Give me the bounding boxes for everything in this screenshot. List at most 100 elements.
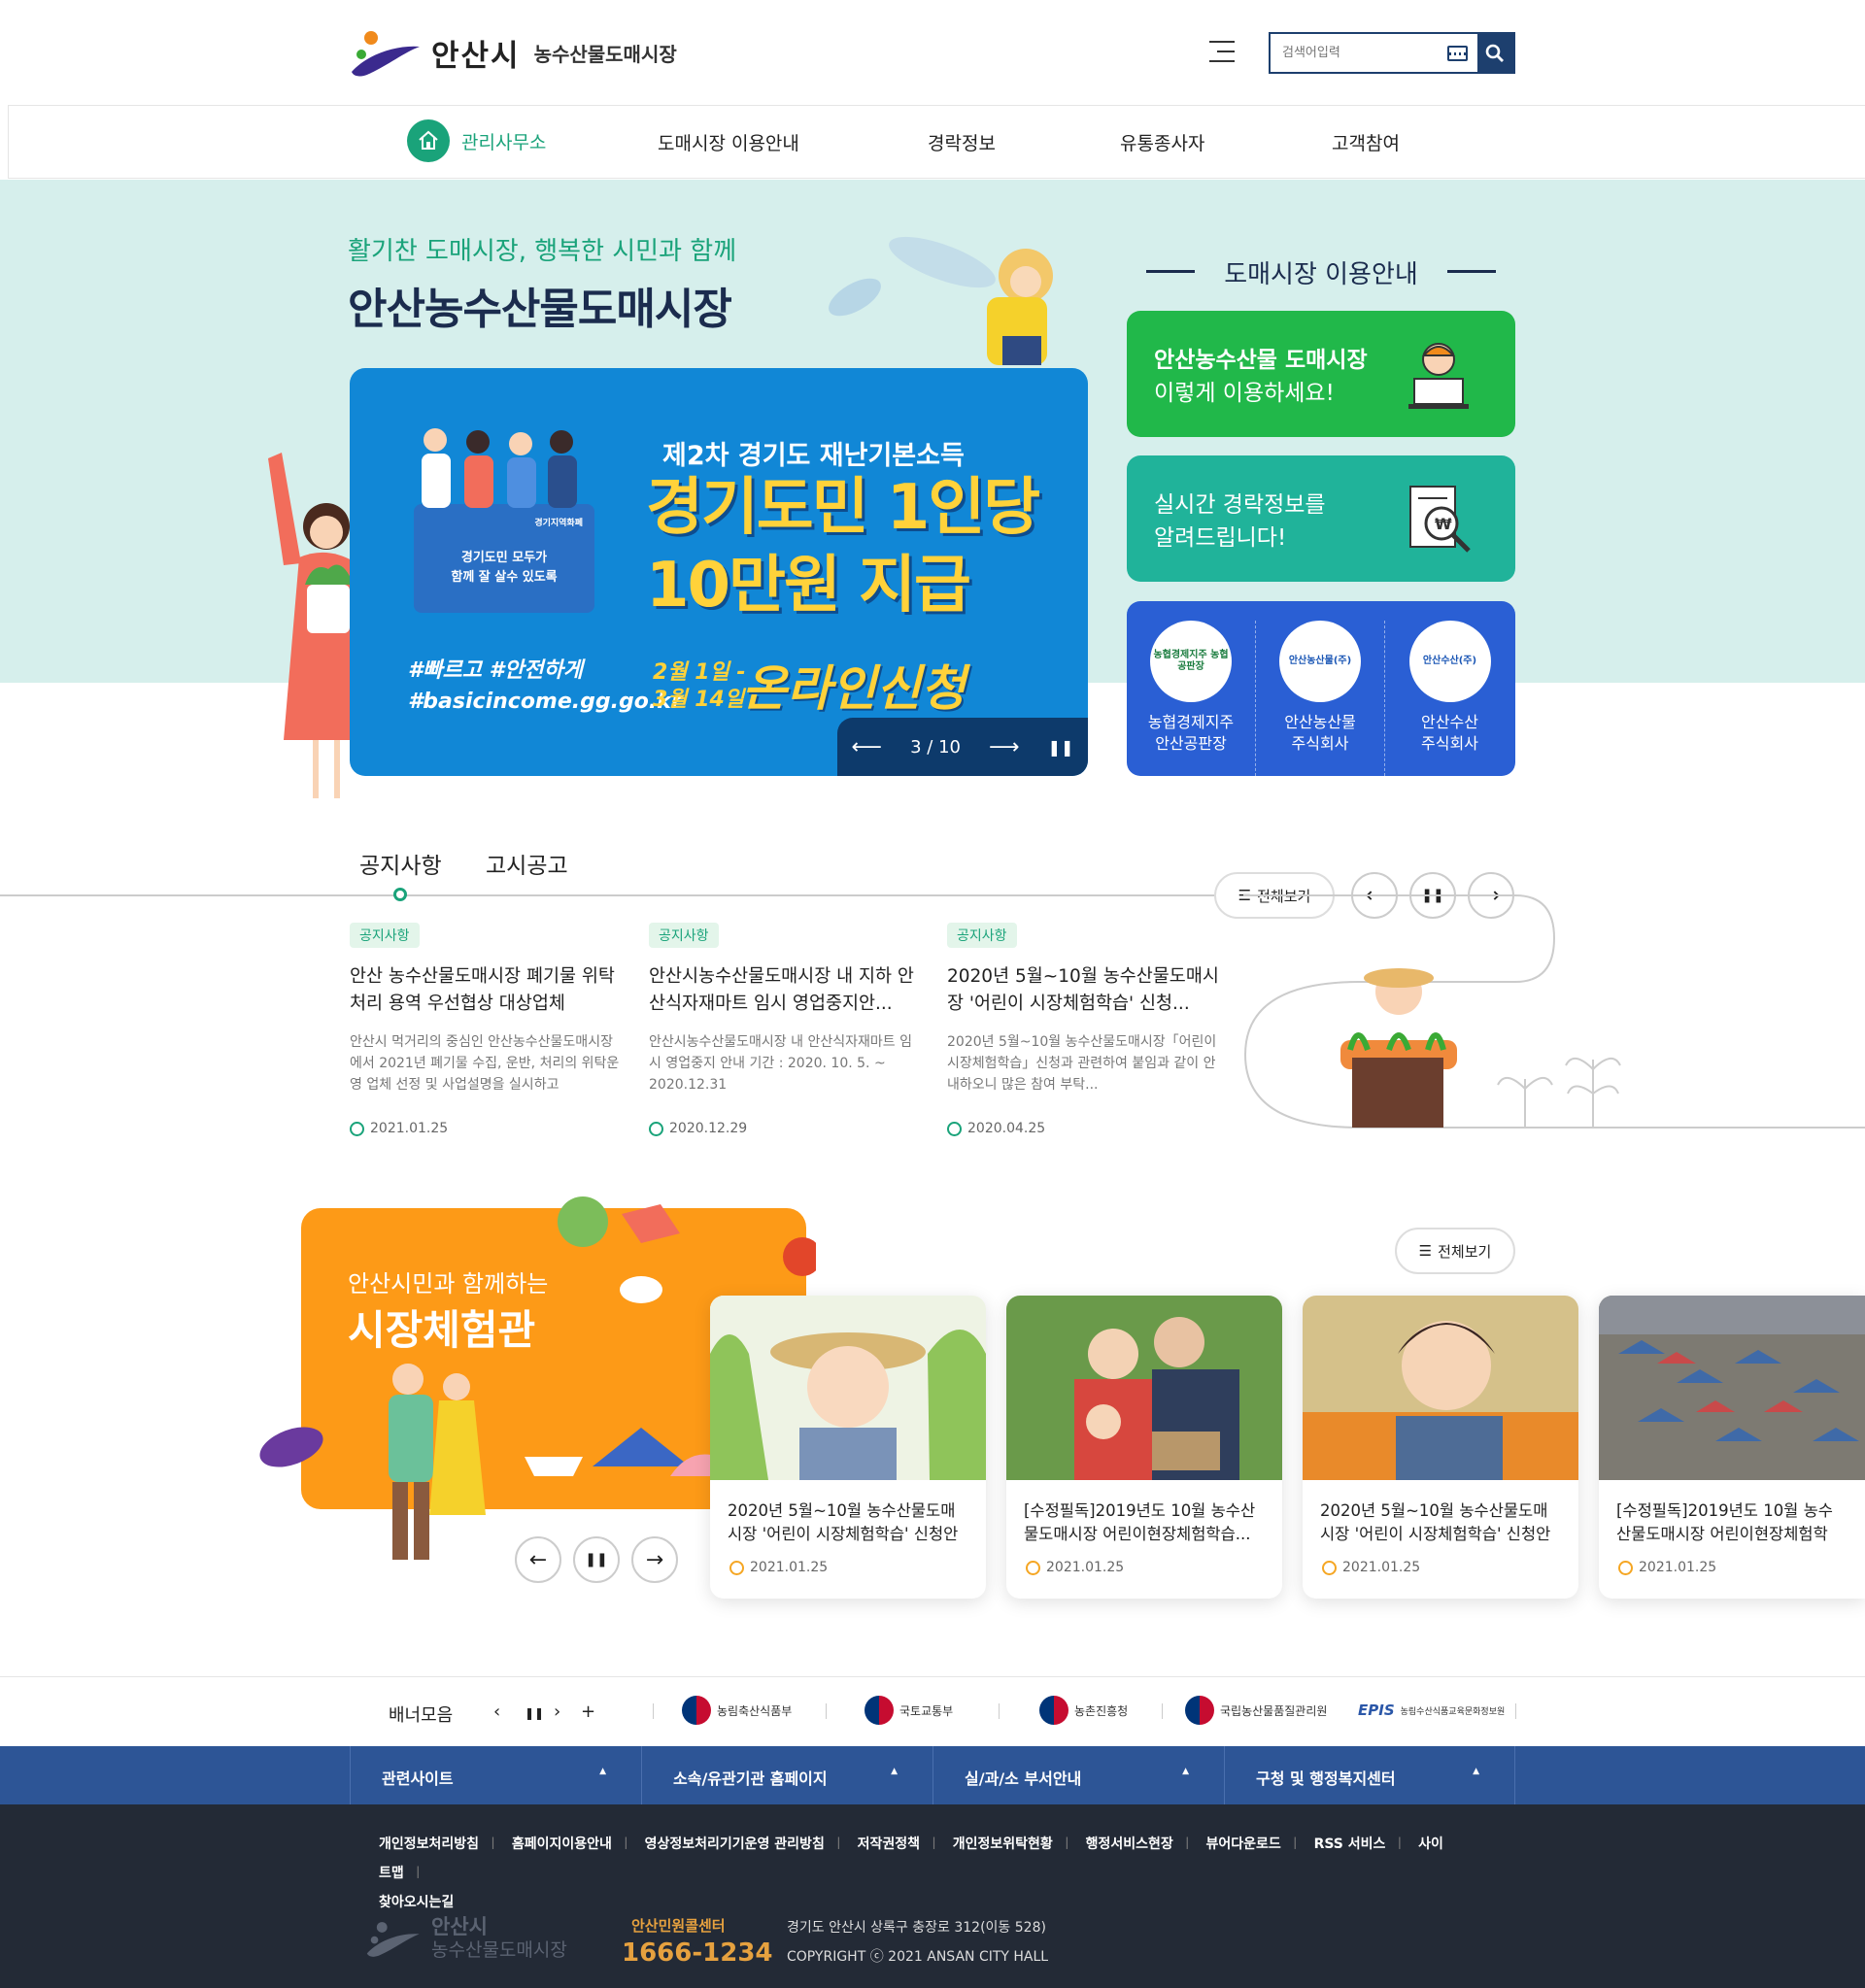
tab-notice[interactable]: 공지사항 xyxy=(359,847,442,880)
banner-prev-icon[interactable]: ‹ xyxy=(493,1702,500,1722)
banner-add-icon[interactable]: + xyxy=(581,1702,595,1722)
experience-prev-button[interactable]: ← xyxy=(515,1536,561,1583)
people-illustration xyxy=(422,428,577,508)
company-links: 농협경제지주 농협 공판장 농협경제지주 안산공판장 안산농산물(주) 안산농산… xyxy=(1127,601,1515,776)
call-center-number: 1666-1234 xyxy=(622,1938,773,1968)
notice-title: 안산시농수산물도매시장 내 지하 안산식자재마트 임시 영업중지안... xyxy=(649,966,914,1014)
notice-card[interactable]: 공지사항 안산 농수산물도매시장 폐기물 위탁처리 용역 우선협상 대상업체 안… xyxy=(350,923,622,1136)
notice-title: 안산 농수산물도매시장 폐기물 위탁처리 용역 우선협상 대상업체 xyxy=(350,966,615,1014)
guide-card-usage[interactable]: 안산농수산물 도매시장 이렇게 이용하세요! xyxy=(1127,311,1515,437)
guide-title: 도매시장 이용안내 xyxy=(1146,254,1496,290)
experience-card[interactable]: 2020년 5월~10월 농수산물도매시장 '어린이 시장체험학습' 신청안내 … xyxy=(710,1296,986,1599)
footer-copyright: COPYRIGHT ⓒ 2021 ANSAN CITY HALL xyxy=(787,1949,1049,1965)
footer-link-directions[interactable]: 찾아오시는길 xyxy=(379,1895,454,1910)
banner-molit[interactable]: 국토교통부 xyxy=(865,1696,953,1725)
hero-title: 안산농수산물도매시장 xyxy=(348,285,732,334)
clock-icon xyxy=(729,1560,744,1575)
experience-card-title: [수정필독]2019년도 10월 농수산물도매시장 어린이현장체험학습... xyxy=(1616,1501,1833,1543)
footer-link-cctv[interactable]: 영상정보처리기기운영 관리방침 xyxy=(645,1836,825,1852)
footer-link-privacy[interactable]: 개인정보처리방침 xyxy=(379,1836,479,1852)
banner-mafra[interactable]: 농림축산식품부 xyxy=(682,1696,792,1725)
footer-address-block: 경기도 안산시 상록구 충장로 312(이동 528) COPYRIGHT ⓒ … xyxy=(787,1913,1048,1971)
notice-card[interactable]: 공지사항 안산시농수산물도매시장 내 지하 안산식자재마트 임시 영업중지안..… xyxy=(649,923,921,1136)
search-button[interactable] xyxy=(1476,34,1513,72)
slide-prev-icon[interactable]: ⟵ xyxy=(852,735,883,759)
pause-icon: ❚❚ xyxy=(585,1552,608,1567)
card-text2: 함께 잘 살수 있도록 xyxy=(451,570,558,585)
company-ansan-fish[interactable]: 안산수산(주) 안산수산 주식회사 xyxy=(1385,621,1514,776)
experience-view-all-button[interactable]: ☰ 전체보기 xyxy=(1395,1228,1515,1274)
notice-card[interactable]: 공지사항 2020년 5월~10월 농수산물도매시장 '어린이 시장체험학습' … xyxy=(947,923,1219,1136)
company-ansan-agri[interactable]: 안산농산물(주) 안산농산물 주식회사 xyxy=(1256,621,1385,776)
nav-item-guide[interactable]: 도매시장 이용안내 xyxy=(658,129,799,155)
experience-date-row: 2021.01.25 xyxy=(1303,1546,1578,1575)
district-office-select[interactable]: 구청 및 행정복지센터 xyxy=(1224,1746,1515,1804)
footer-link-service[interactable]: 행정서비스현장 xyxy=(1086,1836,1173,1852)
slide-controls: ⟵ 3 / 10 ⟶ ❚❚ xyxy=(837,718,1088,776)
search-input[interactable] xyxy=(1271,34,1447,72)
slide-pause-icon[interactable]: ❚❚ xyxy=(1048,738,1074,757)
experience-card[interactable]: [수정필독]2019년도 10월 농수산물도매시장 어린이현장체험학습... 2… xyxy=(1599,1296,1865,1599)
notice-title: 2020년 5월~10월 농수산물도매시장 '어린이 시장체험학습' 신청... xyxy=(947,966,1219,1014)
experience-next-button[interactable]: → xyxy=(631,1536,678,1583)
gov-emblem-icon xyxy=(1039,1696,1068,1725)
guide-card-auction-info[interactable]: 실시간 경락정보를 알려드립니다! ₩ xyxy=(1127,455,1515,582)
child-smiling-photo xyxy=(1303,1296,1578,1480)
affiliated-sites-select[interactable]: 소속/유관기관 홈페이지 xyxy=(641,1746,932,1804)
arrow-left-icon: ← xyxy=(528,1547,548,1572)
logo-subtitle: 농수산물도매시장 xyxy=(533,42,677,66)
gov-emblem-icon xyxy=(1185,1696,1214,1725)
banner-label: 배너모음 xyxy=(389,1705,454,1726)
experience-card[interactable]: 2020년 5월~10월 농수산물도매시장 '어린이 시장체험학습' 신청안내 … xyxy=(1303,1296,1578,1599)
gov-emblem-icon xyxy=(682,1696,711,1725)
menu-icon[interactable] xyxy=(1209,41,1235,62)
logo-mark-icon xyxy=(352,31,420,77)
logo-city-name: 안산시 xyxy=(431,38,521,74)
company-nh[interactable]: 농협경제지주 농협 공판장 농협경제지주 안산공판장 xyxy=(1127,621,1256,776)
call-center-label: 안산민원콜센터 xyxy=(631,1917,726,1935)
slide-counter: 3 / 10 xyxy=(910,736,961,758)
experience-date-row: 2021.01.25 xyxy=(1599,1546,1865,1575)
experience-card-date: 2021.01.25 xyxy=(1342,1560,1421,1575)
slide-big-line2: 10만원 지급 xyxy=(646,550,971,622)
banner-pause-icon[interactable]: ❚❚ xyxy=(525,1706,544,1720)
company-fish-line1: 안산수산 xyxy=(1421,713,1478,731)
footer-link-rss[interactable]: RSS 서비스 xyxy=(1314,1836,1386,1852)
banner-rda[interactable]: 농촌진흥청 xyxy=(1039,1696,1128,1725)
banner-molit-label: 국토교통부 xyxy=(899,1703,954,1718)
banner-rda-label: 농촌진흥청 xyxy=(1074,1703,1129,1718)
footer-link-guide[interactable]: 홈페이지이용안내 xyxy=(512,1836,612,1852)
banner-epis[interactable]: EPIS 농림수산식품교육문화정보원 xyxy=(1358,1702,1505,1719)
arrow-right-icon: → xyxy=(645,1547,664,1572)
footer-link-consign[interactable]: 개인정보위탁현황 xyxy=(953,1836,1053,1852)
tab-announcement[interactable]: 고시공고 xyxy=(486,847,568,880)
experience-pause-button[interactable]: ❚❚ xyxy=(573,1536,620,1583)
experience-card[interactable]: [수정필독]2019년도 10월 농수산물도매시장 어린이현장체험학습... 2… xyxy=(1006,1296,1282,1599)
department-select[interactable]: 실/과/소 부서안내 xyxy=(932,1746,1224,1804)
nav-item-office[interactable]: 관리사무소 xyxy=(407,119,546,162)
banner-naqs[interactable]: 국립농산물품질관리원 xyxy=(1185,1696,1327,1725)
footer-link-viewer[interactable]: 뷰어다운로드 xyxy=(1206,1836,1281,1852)
list-icon: ☰ xyxy=(1418,1242,1433,1260)
notice-date-row: 2020.12.29 xyxy=(649,1121,921,1136)
company-fish-line2: 주식회사 xyxy=(1421,734,1478,753)
notice-badge: 공지사항 xyxy=(947,923,1017,948)
clock-icon xyxy=(1322,1560,1337,1575)
banner-next-icon[interactable]: › xyxy=(554,1702,560,1722)
keyboard-icon[interactable] xyxy=(1447,46,1468,61)
site-logo[interactable]: 안산시 농수산물도매시장 xyxy=(348,27,677,78)
footer-link-copyright[interactable]: 저작권정책 xyxy=(858,1836,920,1852)
nav-item-auction[interactable]: 경락정보 xyxy=(928,129,996,155)
ansan-fish-logo: 안산수산(주) xyxy=(1408,621,1491,702)
slide-date1: 2월 1일 - xyxy=(653,660,746,685)
slide-next-icon[interactable]: ⟶ xyxy=(989,735,1020,759)
banner-naqs-label: 국립농산물품질관리원 xyxy=(1220,1703,1328,1718)
main-navigation: 관리사무소 도매시장 이용안내 경락정보 유통종사자 고객참여 xyxy=(8,105,1865,179)
nav-item-distributors[interactable]: 유통종사자 xyxy=(1120,129,1204,155)
view-all-label: 전체보기 xyxy=(1438,1242,1492,1261)
experience-date-row: 2021.01.25 xyxy=(1006,1546,1282,1575)
main-slide-banner[interactable]: 경기지역화폐 경기도민 모두가 함께 잘 살수 있도록 제2차 경기도 재난기본… xyxy=(350,368,1088,776)
nav-item-customer[interactable]: 고객참여 xyxy=(1332,129,1400,155)
related-sites-select[interactable]: 관련사이트 xyxy=(350,1746,641,1804)
gov-emblem-icon xyxy=(865,1696,894,1725)
